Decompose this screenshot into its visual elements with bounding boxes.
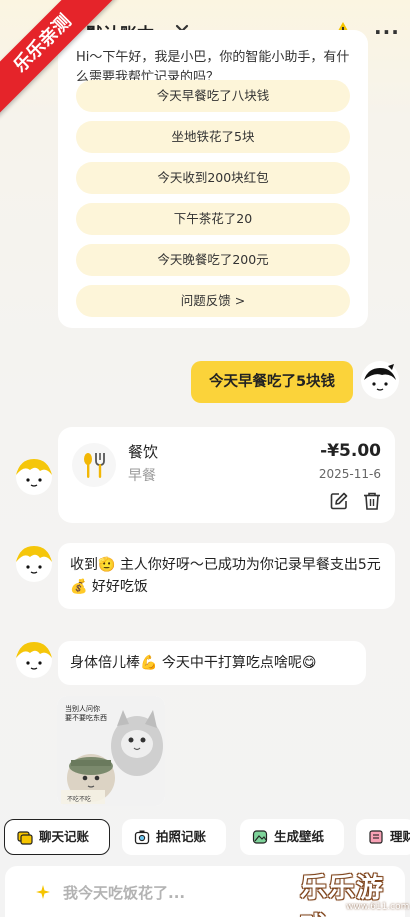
- assistant-avatar: [16, 546, 52, 582]
- sticker-caption-line2: 要不要吃东西: [65, 714, 107, 722]
- user-message-bubble: 今天早餐吃了5块钱: [191, 361, 353, 403]
- suggestion-chip[interactable]: 今天收到200块红包: [76, 162, 350, 194]
- record-date: 2025-11-6: [318, 467, 381, 481]
- suggestion-chip[interactable]: 今天晚餐吃了200元: [76, 244, 350, 276]
- chip-label: 拍照记账: [156, 829, 207, 844]
- chat-ledger-icon: [17, 831, 33, 845]
- sparkle-icon: [36, 885, 50, 899]
- finance-icon: [369, 830, 383, 844]
- chip-chat-ledger[interactable]: 聊天记账: [4, 819, 110, 855]
- user-avatar: [361, 361, 399, 399]
- wallpaper-icon: [252, 830, 268, 844]
- expense-record-card[interactable]: 餐饮 早餐 -¥5.00 2025-11-6: [58, 427, 395, 523]
- subcategory-name: 早餐: [128, 468, 156, 484]
- category-icon-wrap: [72, 443, 116, 487]
- assistant-avatar: [16, 642, 52, 678]
- category-name: 餐饮: [128, 443, 159, 461]
- expense-amount: -¥5.00: [320, 441, 381, 461]
- utensils-icon: [84, 453, 105, 478]
- input-placeholder: 我今天吃饭花了...: [63, 884, 186, 902]
- cat-sticker-image[interactable]: 当别人问你 要不要吃东西 不吃不吃: [57, 696, 165, 806]
- camera-icon: [134, 830, 150, 845]
- chip-label: 理财: [390, 829, 410, 844]
- more-icon[interactable]: ···: [374, 20, 400, 44]
- assistant-intro-card: Hi～下午好，我是小巴，你的智能小助手，有什么需要我帮忙记录的吗？ 今天早餐吃了…: [58, 30, 368, 328]
- chip-label: 生成壁纸: [274, 829, 325, 844]
- assistant-reply-bubble: 身体倍儿棒💪 今天中干打算吃点啥呢😋: [58, 641, 366, 685]
- chip-generate-wallpaper[interactable]: 生成壁纸: [240, 819, 344, 855]
- assistant-reply-bubble: 收到🫡 主人你好呀～已成功为你记录早餐支出5元💰 好好吃饭: [58, 543, 395, 609]
- feedback-button[interactable]: 问题反馈 >: [76, 285, 350, 317]
- sticker-caption-line3: 不吃不吃: [67, 796, 92, 803]
- assistant-avatar: [16, 459, 52, 495]
- suggestion-chip[interactable]: 下午茶花了20: [76, 203, 350, 235]
- edit-icon[interactable]: [329, 491, 349, 511]
- chip-label: 聊天记账: [39, 829, 90, 844]
- suggestion-chip[interactable]: 坐地铁花了5块: [76, 121, 350, 153]
- chip-photo-ledger[interactable]: 拍照记账: [122, 819, 226, 855]
- trash-icon[interactable]: [362, 491, 382, 511]
- chip-finance[interactable]: 理财: [356, 819, 410, 855]
- watermark-url: www.611.com: [346, 902, 410, 912]
- suggestion-chip[interactable]: 今天早餐吃了八块钱: [76, 80, 350, 112]
